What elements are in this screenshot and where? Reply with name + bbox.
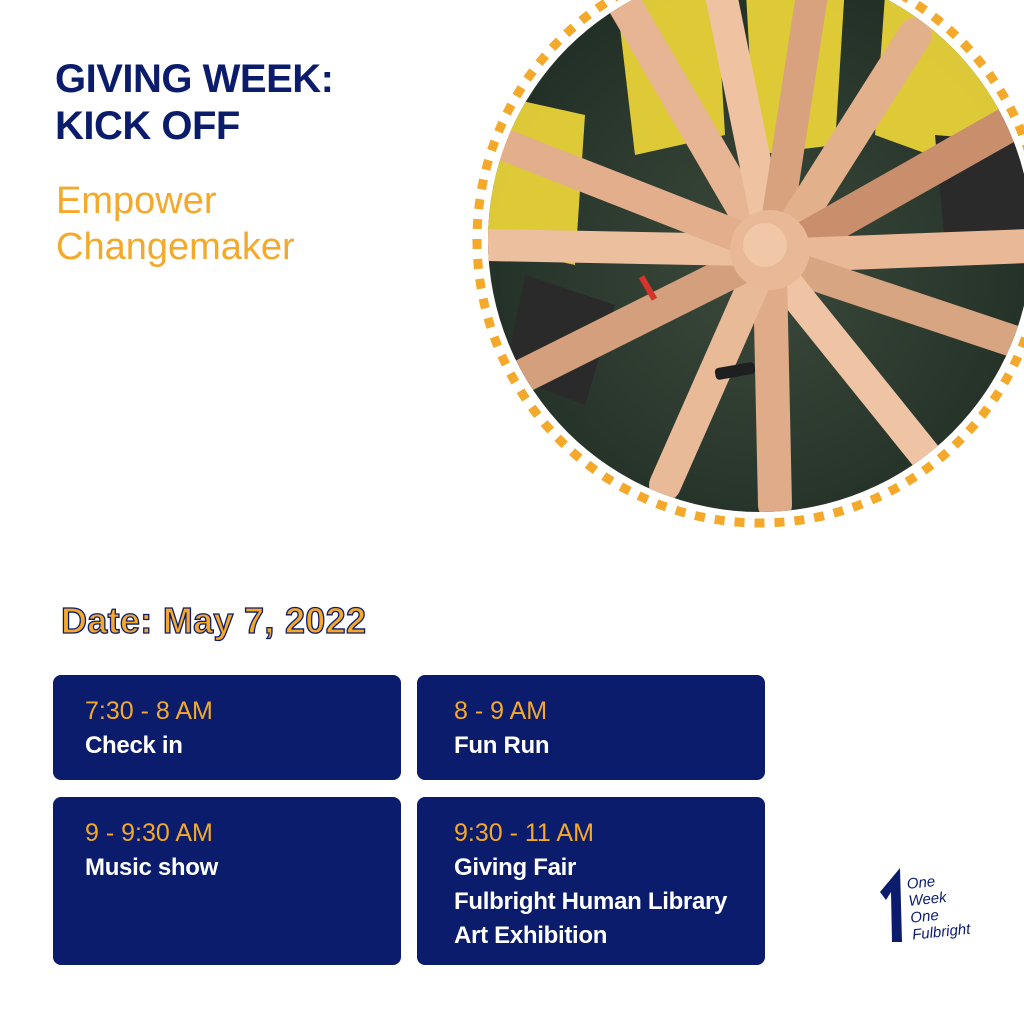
schedule-activity: Giving Fair xyxy=(454,854,577,881)
title-line-2: KICK OFF xyxy=(55,104,240,149)
schedule-activity: Art Exhibition xyxy=(454,922,608,949)
event-date: Date: May 7, 2022 xyxy=(60,599,367,641)
hands-together-image xyxy=(472,0,1024,528)
schedule-activity: Fulbright Human Library xyxy=(454,888,728,915)
subtitle-line-1: Empower xyxy=(56,180,217,222)
schedule-card-4: 9:30 - 11 AM Giving Fair Fulbright Human… xyxy=(417,797,765,965)
title-line-1: GIVING WEEK: xyxy=(55,57,334,101)
schedule-card-2: 8 - 9 AM Fun Run xyxy=(417,675,765,780)
page-title: GIVING WEEK: KICK OFF xyxy=(55,56,334,150)
subtitle-line-2: Changemaker xyxy=(56,226,295,269)
logo-numeral-one-icon xyxy=(880,868,902,942)
page-subtitle: Empower Changemaker xyxy=(56,178,295,271)
schedule-time: 9:30 - 11 AM xyxy=(454,819,594,847)
schedule-time: 8 - 9 AM xyxy=(454,697,548,725)
schedule-activity: Fun Run xyxy=(454,732,550,759)
schedule-activity: Music show xyxy=(85,854,219,881)
schedule-card-1: 7:30 - 8 AM Check in xyxy=(53,675,401,780)
hero-photo xyxy=(465,0,1024,535)
logo-text: One Week One Fulbright xyxy=(906,870,971,944)
schedule-card-3: 9 - 9:30 AM Music show xyxy=(53,797,401,965)
schedule-time: 9 - 9:30 AM xyxy=(85,819,213,847)
schedule-activity: Check in xyxy=(85,732,183,759)
one-week-one-fulbright-logo: One Week One Fulbright xyxy=(878,862,978,952)
schedule-time: 7:30 - 8 AM xyxy=(85,697,213,725)
